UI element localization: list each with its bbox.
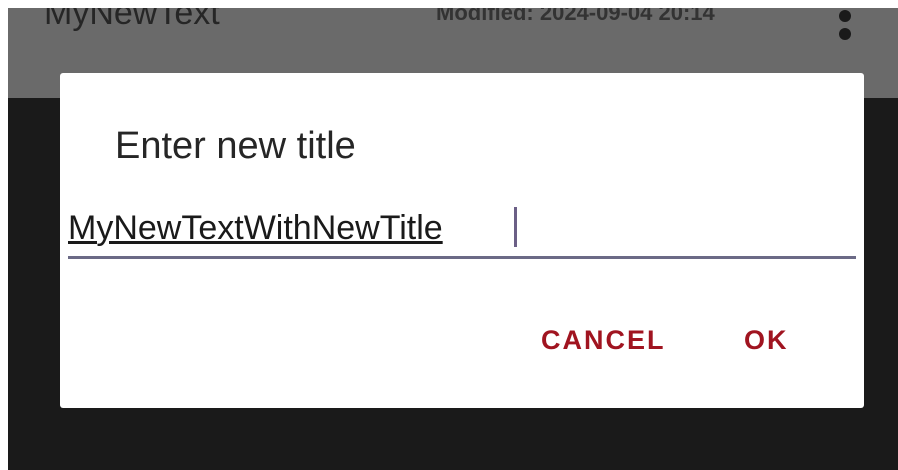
text-cursor [514,207,517,247]
modified-timestamp: Modified: 2024-09-04 20:14 [436,8,715,25]
dialog-title: Enter new title [115,125,356,167]
more-dot [839,10,851,22]
rename-dialog: Enter new title CANCEL OK [60,73,864,408]
title-field[interactable] [68,201,856,259]
more-vert-icon[interactable] [830,8,860,42]
more-dot [839,28,851,40]
input-underline [68,256,856,259]
app-screen: MyNewText Modified: 2024-09-04 20:14 Ent… [8,8,898,470]
ok-button[interactable]: OK [744,325,789,356]
app-title: MyNewText [44,8,220,32]
title-input[interactable] [68,201,856,255]
cancel-button[interactable]: CANCEL [541,325,666,356]
